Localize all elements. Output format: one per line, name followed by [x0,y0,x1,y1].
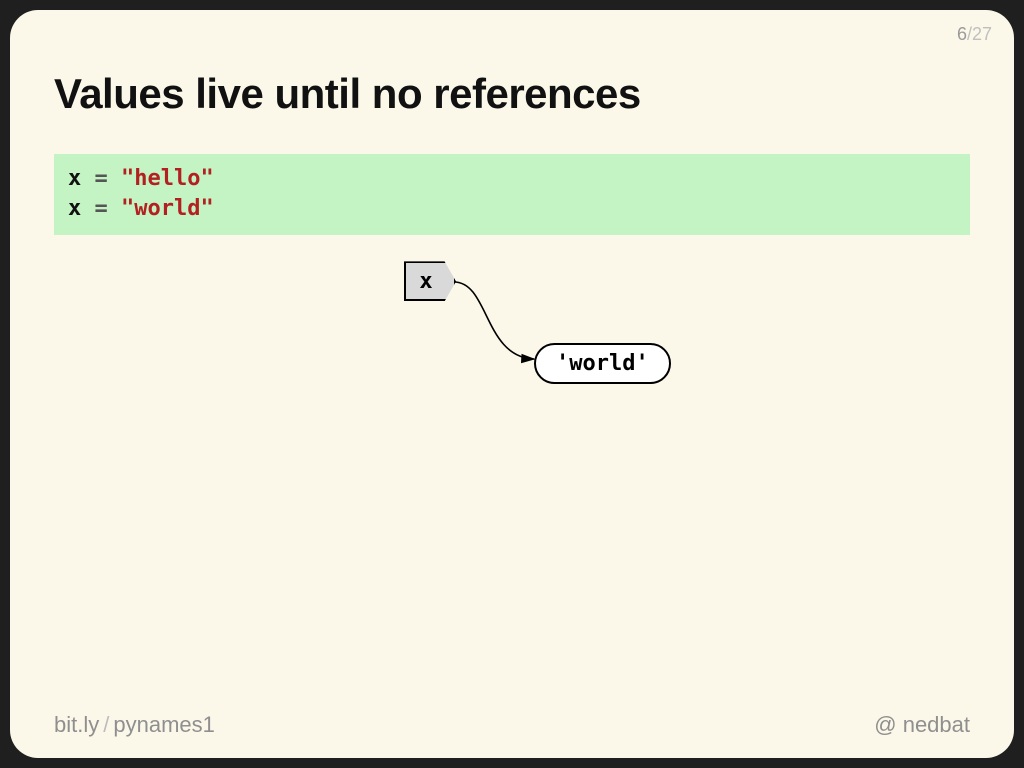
code-line-2: x = "world" [68,196,214,221]
value-text: 'world' [556,351,649,376]
page-total: 27 [972,24,992,44]
reference-diagram: x 'world' [54,261,970,461]
page-current: 6 [957,24,967,44]
code-line-1: x = "hello" [68,166,214,191]
variable-name: x [419,269,432,294]
footer-link: bit.ly/pynames1 [54,712,215,738]
value-oval: 'world' [534,343,671,384]
footer-handle: @ nedbat [874,712,970,738]
slide-footer: bit.ly/pynames1 @ nedbat [54,712,970,738]
code-block: x = "hello" x = "world" [54,154,970,235]
slide-title: Values live until no references [54,70,970,118]
page-counter: 6/27 [957,24,992,45]
slide: 6/27 Values live until no references x =… [10,10,1014,758]
